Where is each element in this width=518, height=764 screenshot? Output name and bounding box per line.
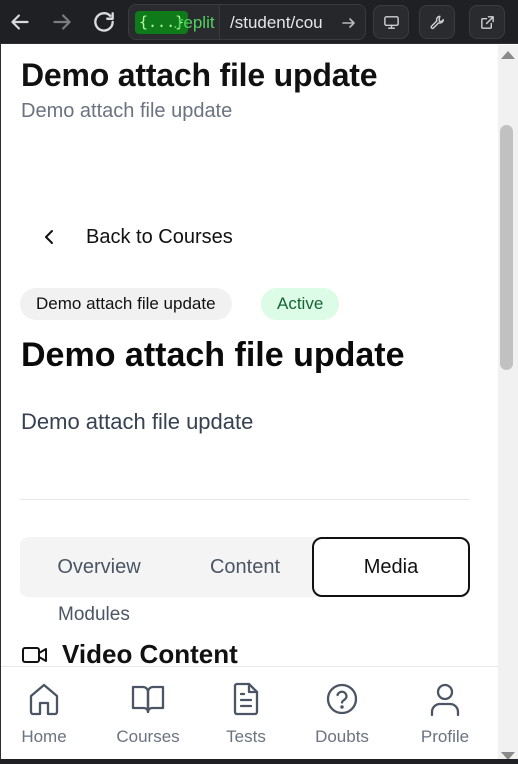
page-viewport: Demo attach file update Demo attach file…: [0, 45, 498, 759]
nav-courses-label: Courses: [116, 727, 180, 746]
open-new-tab-button[interactable]: [469, 5, 505, 39]
course-description: Demo attach file update: [21, 409, 254, 434]
go-arrow-icon[interactable]: [341, 13, 357, 33]
user-icon: [428, 681, 462, 717]
back-arrow-icon[interactable]: [7, 9, 33, 35]
header-title: Demo attach file update: [21, 57, 378, 93]
devtools-button[interactable]: [419, 5, 455, 39]
status-badge: Active: [261, 288, 340, 320]
help-circle-icon: [325, 681, 359, 717]
nav-home[interactable]: Home: [0, 667, 89, 759]
url-host: .replit: [173, 13, 215, 32]
back-to-courses-label: Back to Courses: [86, 225, 233, 248]
nav-profile[interactable]: Profile: [400, 667, 490, 759]
browser-toolbar: {...} .replit /student/cou: [0, 0, 518, 44]
nav-profile-label: Profile: [420, 727, 470, 746]
nav-tests[interactable]: Tests: [201, 667, 291, 759]
book-icon: [131, 681, 165, 717]
vertical-scrollbar[interactable]: [498, 45, 518, 764]
external-link-icon: [481, 16, 494, 29]
divider: [20, 499, 470, 500]
tab-media[interactable]: Media: [312, 537, 470, 597]
course-tabs: Overview Content Media: [20, 537, 470, 597]
device-preview-button[interactable]: [373, 5, 409, 39]
nav-tests-label: Tests: [226, 727, 266, 746]
window-frame-bottom: [0, 759, 518, 764]
tab-modules[interactable]: Modules: [58, 604, 130, 626]
url-path-box[interactable]: /student/cou: [219, 5, 365, 39]
monitor-icon: [384, 16, 399, 29]
reload-icon[interactable]: [91, 9, 117, 35]
nav-doubts[interactable]: Doubts: [297, 667, 387, 759]
scroll-up-icon[interactable]: [501, 51, 515, 59]
header-subtitle: Demo attach file update: [21, 100, 233, 122]
window-frame-left: [0, 44, 1, 764]
nav-doubts-label: Doubts: [315, 727, 369, 746]
document-icon: [229, 681, 263, 717]
nav-courses[interactable]: Courses: [103, 667, 193, 759]
chevron-left-icon: [38, 225, 62, 249]
tab-overview[interactable]: Overview: [34, 537, 164, 597]
scrollbar-thumb[interactable]: [500, 125, 513, 370]
nav-home-label: Home: [21, 727, 67, 746]
tab-content[interactable]: Content: [180, 537, 310, 597]
back-to-courses-link[interactable]: Back to Courses: [38, 221, 233, 253]
forward-arrow-icon[interactable]: [49, 9, 75, 35]
home-icon: [27, 681, 61, 717]
course-title: Demo attach file update: [21, 336, 405, 374]
address-bar[interactable]: {...} .replit /student/cou: [128, 4, 366, 40]
url-path: /student/cou: [230, 13, 323, 32]
bottom-navigation: Home Courses Tests Doubts Profile: [0, 666, 498, 759]
wrench-icon: [430, 15, 444, 30]
course-chip: Demo attach file update: [20, 288, 232, 320]
video-icon: [21, 641, 49, 669]
